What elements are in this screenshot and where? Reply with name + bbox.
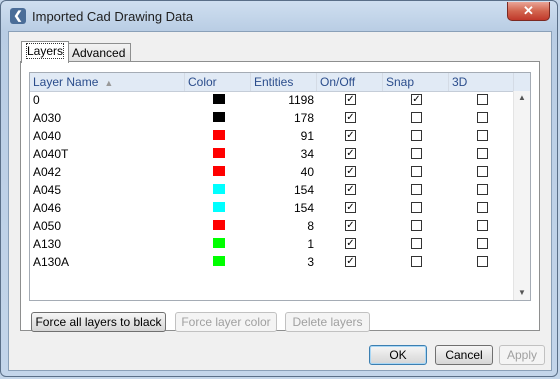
dialog-window: ❮ Imported Cad Drawing Data ✕ Layers Adv… [0,0,558,377]
layer-name-cell: A050 [33,219,62,233]
entities-cell: 40 [300,165,314,179]
3d-checkbox[interactable] [477,202,488,213]
3d-checkbox[interactable] [477,256,488,267]
3d-checkbox[interactable] [477,166,488,177]
table-row[interactable]: A040 91 ✓ [30,127,514,145]
delete-layers-button[interactable]: Delete layers [285,312,370,332]
entities-cell: 1 [307,237,314,251]
layer-color-swatch[interactable] [213,148,225,158]
layer-color-swatch[interactable] [213,202,225,212]
on-off-checkbox[interactable]: ✓ [345,184,356,195]
on-off-checkbox[interactable]: ✓ [345,94,356,105]
on-off-checkbox[interactable]: ✓ [345,148,356,159]
layer-color-swatch[interactable] [213,112,225,122]
column-header-entities[interactable]: Entities [251,73,317,91]
layer-name-cell: A045 [33,183,62,197]
app-icon: ❮ [10,8,26,24]
table-row[interactable]: A130 1 ✓ [30,235,514,253]
column-header-on-off[interactable]: On/Off [317,73,383,91]
3d-checkbox[interactable] [477,148,488,159]
layer-name-cell: 0 [33,93,40,107]
layer-color-swatch[interactable] [213,184,225,194]
table-row[interactable]: A030 178 ✓ [30,109,514,127]
entities-cell: 91 [300,129,314,143]
title-bar[interactable]: ❮ Imported Cad Drawing Data ✕ [1,1,557,31]
snap-checkbox[interactable]: ✓ [411,94,422,105]
on-off-checkbox[interactable]: ✓ [345,130,356,141]
3d-checkbox[interactable] [477,94,488,105]
layer-color-swatch[interactable] [213,94,225,104]
entities-cell: 8 [307,219,314,233]
3d-checkbox[interactable] [477,238,488,249]
3d-checkbox[interactable] [477,112,488,123]
layer-name-cell: A046 [33,201,62,215]
table-row[interactable]: A040T 34 ✓ [30,145,514,163]
column-header-3d[interactable]: 3D [449,73,514,91]
on-off-checkbox[interactable]: ✓ [345,202,356,213]
column-header-layer-name[interactable]: Layer Name ▲ [30,73,185,91]
grid-header: Layer Name ▲ Color Entities On/Off Snap 3… [30,73,530,92]
layer-name-cell: A042 [33,165,62,179]
entities-cell: 1198 [288,93,314,107]
snap-checkbox[interactable] [411,166,422,177]
layer-name-cell: A130 [33,237,62,251]
entities-cell: 3 [307,255,314,269]
on-off-checkbox[interactable]: ✓ [345,112,356,123]
layer-color-swatch[interactable] [213,220,225,230]
close-button[interactable]: ✕ [507,2,550,21]
table-row[interactable]: A042 40 ✓ [30,163,514,181]
table-row[interactable]: A050 8 ✓ [30,217,514,235]
layer-color-swatch[interactable] [213,166,225,176]
tab-layers[interactable]: Layers [21,41,70,63]
3d-checkbox[interactable] [477,130,488,141]
ok-button[interactable]: OK [369,345,427,365]
entities-cell: 154 [293,201,314,215]
tab-advanced[interactable]: Advanced [66,43,132,63]
layer-color-swatch[interactable] [213,130,225,140]
snap-checkbox[interactable] [411,148,422,159]
snap-checkbox[interactable] [411,220,422,231]
table-row[interactable]: A046 154 ✓ [30,199,514,217]
snap-checkbox[interactable] [411,130,422,141]
table-row[interactable]: 0 1198 ✓ ✓ [30,91,514,109]
layer-name-cell: A030 [33,111,62,125]
3d-checkbox[interactable] [477,184,488,195]
table-row[interactable]: A045 154 ✓ [30,181,514,199]
on-off-checkbox[interactable]: ✓ [345,256,356,267]
sort-ascending-icon: ▲ [104,78,114,88]
scroll-down-icon[interactable]: ▼ [514,286,530,300]
on-off-checkbox[interactable]: ✓ [345,238,356,249]
vertical-scrollbar[interactable]: ▲ ▼ [513,91,530,300]
snap-checkbox[interactable] [411,202,422,213]
force-layer-color-button[interactable]: Force layer color [175,312,277,332]
dialog-body: Layers Advanced Layer Name ▲ Color Entiti… [8,31,552,371]
entities-cell: 178 [293,111,314,125]
on-off-checkbox[interactable]: ✓ [345,166,356,177]
snap-checkbox[interactable] [411,112,422,123]
3d-checkbox[interactable] [477,220,488,231]
tab-advanced-label: Advanced [72,46,126,60]
layer-name-cell: A040 [33,129,62,143]
scroll-up-icon[interactable]: ▲ [514,91,530,105]
layer-color-swatch[interactable] [213,256,225,266]
column-header-color[interactable]: Color [185,73,251,91]
tab-layers-label: Layers [25,43,65,59]
snap-checkbox[interactable] [411,238,422,249]
entities-cell: 34 [300,147,314,161]
layer-name-cell: A040T [33,147,69,161]
apply-button[interactable]: Apply [499,345,545,365]
layers-grid: Layer Name ▲ Color Entities On/Off Snap 3… [29,72,531,301]
layer-name-cell: A130A [33,255,70,269]
snap-checkbox[interactable] [411,184,422,195]
layer-color-swatch[interactable] [213,238,225,248]
on-off-checkbox[interactable]: ✓ [345,220,356,231]
table-row[interactable]: A130A 3 ✓ [30,253,514,271]
window-title: Imported Cad Drawing Data [32,9,194,24]
layers-panel: Layer Name ▲ Color Entities On/Off Snap 3… [20,61,540,332]
cancel-button[interactable]: Cancel [435,345,493,365]
force-all-black-button[interactable]: Force all layers to black [31,312,166,332]
entities-cell: 154 [293,183,314,197]
snap-checkbox[interactable] [411,256,422,267]
column-header-snap[interactable]: Snap [383,73,449,91]
